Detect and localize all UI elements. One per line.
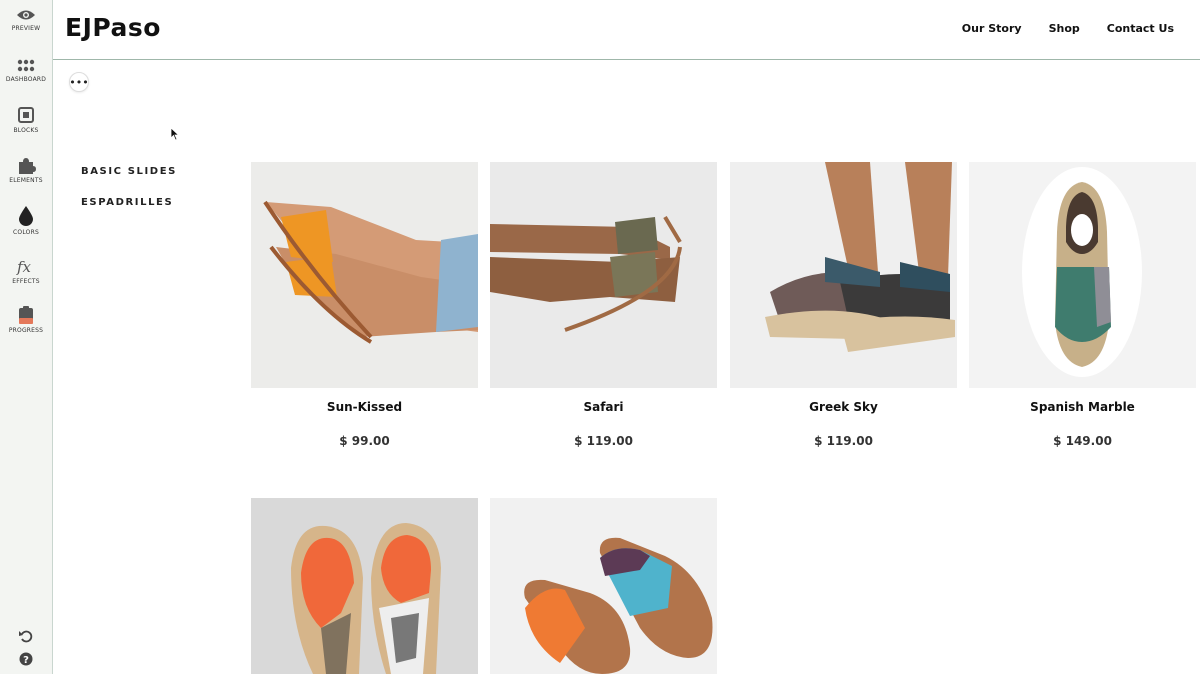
product-card[interactable] xyxy=(251,498,478,694)
mouse-cursor-icon xyxy=(170,127,180,141)
eye-icon xyxy=(17,10,35,20)
rail-label: BLOCKS xyxy=(13,127,39,134)
rail-label: ELEMENTS xyxy=(9,177,43,184)
undo-icon xyxy=(19,630,33,643)
clipboard-icon xyxy=(19,306,33,324)
elements-button[interactable]: ELEMENTS xyxy=(0,157,52,184)
colors-button[interactable]: COLORS xyxy=(0,205,52,236)
product-image[interactable] xyxy=(730,162,957,388)
progress-button[interactable]: PROGRESS xyxy=(0,305,52,334)
product-card[interactable]: Safari $ 119.00 xyxy=(490,162,717,448)
help-button[interactable]: ? xyxy=(0,651,52,670)
product-price: $ 119.00 xyxy=(814,434,873,448)
product-price: $ 119.00 xyxy=(574,434,633,448)
effects-button[interactable]: fx EFFECTS xyxy=(0,258,52,285)
help-icon: ? xyxy=(19,652,33,666)
nav-link-our-story[interactable]: Our Story xyxy=(962,22,1022,35)
blocks-button[interactable]: BLOCKS xyxy=(0,107,52,134)
product-name[interactable]: Safari xyxy=(490,400,717,414)
product-image[interactable] xyxy=(251,498,478,674)
svg-text:fx: fx xyxy=(16,258,32,276)
drop-icon xyxy=(19,206,33,226)
product-image[interactable] xyxy=(490,162,717,388)
svg-text:?: ? xyxy=(23,655,29,666)
rail-label: DASHBOARD xyxy=(5,76,47,83)
rail-label: EFFECTS xyxy=(12,278,40,285)
product-image[interactable] xyxy=(251,162,478,388)
site-logo[interactable]: EJPaso xyxy=(65,13,161,42)
rail-label: PREVIEW xyxy=(11,25,41,32)
product-card[interactable]: Sun-Kissed $ 99.00 xyxy=(251,162,478,448)
category-list: BASIC SLIDES ESPADRILLES xyxy=(81,166,177,228)
nav-link-shop[interactable]: Shop xyxy=(1049,22,1080,35)
nav-link-contact-us[interactable]: Contact Us xyxy=(1107,22,1174,35)
site-header: EJPaso Our Story Shop Contact Us xyxy=(53,0,1200,60)
product-card[interactable]: Spanish Marble $ 149.00 xyxy=(969,162,1196,448)
preview-button[interactable]: PREVIEW xyxy=(0,7,52,32)
category-basic-slides[interactable]: BASIC SLIDES xyxy=(81,166,177,177)
editor-sidebar: PREVIEW DASHBOARD BLOCKS ELEMENTS COLORS… xyxy=(0,0,53,674)
puzzle-icon xyxy=(19,158,36,174)
grid-dots-icon xyxy=(17,59,35,72)
product-card[interactable]: Greek Sky $ 119.00 xyxy=(730,162,957,448)
product-price: $ 149.00 xyxy=(1053,434,1112,448)
product-name[interactable]: Spanish Marble xyxy=(969,400,1196,414)
product-image[interactable] xyxy=(969,162,1196,388)
dashboard-button[interactable]: DASHBOARD xyxy=(0,58,52,83)
site-nav: Our Story Shop Contact Us xyxy=(935,22,1174,35)
product-price: $ 99.00 xyxy=(339,434,390,448)
category-espadrilles[interactable]: ESPADRILLES xyxy=(81,197,177,208)
product-name[interactable]: Sun-Kissed xyxy=(251,400,478,414)
rail-label: COLORS xyxy=(13,229,39,236)
fx-icon: fx xyxy=(16,258,32,276)
more-options-button[interactable]: ••• xyxy=(69,72,89,92)
rail-label: PROGRESS xyxy=(8,327,44,334)
undo-button[interactable] xyxy=(0,628,52,648)
product-name[interactable]: Greek Sky xyxy=(730,400,957,414)
product-image[interactable] xyxy=(490,498,717,674)
product-card[interactable] xyxy=(490,498,717,694)
blocks-icon xyxy=(18,107,34,123)
